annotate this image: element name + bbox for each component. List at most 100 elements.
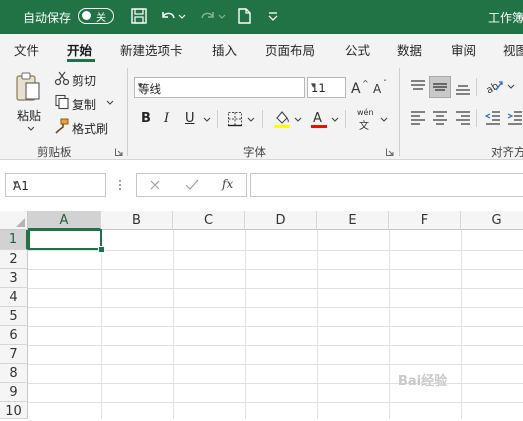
gridline xyxy=(461,230,462,419)
italic-button[interactable]: I xyxy=(164,111,169,126)
font-color-icon[interactable]: A xyxy=(310,109,328,129)
middle-align-button[interactable] xyxy=(429,76,451,98)
separator xyxy=(217,110,218,128)
phonetic-dropdown-icon[interactable] xyxy=(380,117,388,123)
svg-text:A: A xyxy=(373,82,382,96)
group-separator xyxy=(399,68,400,156)
name-box[interactable]: A1 ▾ xyxy=(5,173,106,197)
gridline xyxy=(28,326,523,327)
copy-dropdown-icon[interactable] xyxy=(106,100,114,106)
undo-dropdown-icon[interactable] xyxy=(177,6,187,26)
row-header-9[interactable]: 9 xyxy=(0,383,28,402)
undo-icon[interactable] xyxy=(158,6,178,26)
column-header-c[interactable]: C xyxy=(173,211,245,230)
row-header-5[interactable]: 5 xyxy=(0,307,28,326)
underline-dropdown-icon[interactable] xyxy=(203,117,211,123)
clipboard-group-label: 剪贴板 xyxy=(37,145,72,159)
active-cell-a1[interactable] xyxy=(28,229,102,250)
gridline xyxy=(28,345,523,346)
column-header-g[interactable]: G xyxy=(461,211,523,230)
redo-icon[interactable] xyxy=(198,6,218,26)
bold-button[interactable]: B xyxy=(141,111,151,126)
insert-function-button[interactable]: fx xyxy=(222,177,233,191)
column-header-d[interactable]: D xyxy=(245,211,317,230)
tab-page-layout[interactable]: 页面布局 xyxy=(265,40,315,59)
row-header-7[interactable]: 7 xyxy=(0,345,28,364)
watermark: Bai经验 xyxy=(398,374,448,389)
tab-insert[interactable]: 插入 xyxy=(212,40,237,59)
bottom-align-icon[interactable] xyxy=(454,78,472,96)
tab-file[interactable]: 文件 xyxy=(14,40,39,59)
tab-view[interactable]: 视图 xyxy=(503,40,523,59)
select-all-triangle-icon xyxy=(16,218,25,227)
format-painter-icon[interactable] xyxy=(54,118,70,134)
tab-home[interactable]: 开始 xyxy=(67,40,92,59)
autosave-toggle[interactable]: 关 xyxy=(78,8,114,24)
paste-label: 粘贴 xyxy=(17,109,42,123)
orientation-dropdown-icon[interactable] xyxy=(507,84,515,90)
align-right-icon[interactable] xyxy=(454,109,472,127)
font-name-combo[interactable]: 等线 ▾ xyxy=(134,77,305,98)
clipboard-launcher-icon[interactable] xyxy=(115,148,123,156)
cut-button[interactable]: 剪切 xyxy=(72,72,96,89)
align-center-icon[interactable] xyxy=(431,109,449,127)
fill-color-icon[interactable] xyxy=(273,109,291,129)
row-header-8[interactable]: 8 xyxy=(0,364,28,383)
gridline xyxy=(317,230,318,419)
gridline xyxy=(101,230,102,419)
row-header-3[interactable]: 3 xyxy=(0,269,28,288)
fill-handle[interactable] xyxy=(98,246,105,253)
top-align-icon[interactable] xyxy=(409,78,427,96)
paste-button[interactable]: 粘贴 xyxy=(8,70,46,136)
align-left-icon[interactable] xyxy=(409,109,427,127)
autosave-label: 自动保存 xyxy=(23,11,72,25)
orientation-icon[interactable]: ab xyxy=(484,76,504,96)
column-header-b[interactable]: B xyxy=(101,211,173,230)
gridline xyxy=(28,402,523,403)
increase-font-size-icon[interactable]: A ^ xyxy=(350,78,370,96)
borders-dropdown-icon[interactable] xyxy=(247,117,255,123)
font-size-combo[interactable]: 11 ▾ xyxy=(307,77,346,98)
cancel-icon[interactable] xyxy=(149,179,161,191)
save-icon[interactable] xyxy=(129,6,149,26)
row-header-10[interactable]: 10 xyxy=(0,402,28,419)
font-color-dropdown-icon[interactable] xyxy=(331,117,339,123)
redo-dropdown-icon[interactable] xyxy=(217,6,227,26)
chevron-down-icon: ▾ xyxy=(13,179,18,189)
customize-toolbar-icon[interactable] xyxy=(263,6,283,26)
copy-button[interactable]: 复制 xyxy=(72,96,96,113)
tab-review[interactable]: 审阅 xyxy=(451,40,476,59)
row-header-4[interactable]: 4 xyxy=(0,288,28,307)
enter-icon[interactable] xyxy=(185,179,199,191)
underline-button[interactable]: U xyxy=(185,111,195,126)
increase-indent-icon[interactable] xyxy=(506,109,523,127)
tab-data[interactable]: 数据 xyxy=(397,40,422,59)
splitter-dots-icon[interactable] xyxy=(118,178,122,192)
copy-icon[interactable] xyxy=(54,94,70,110)
document-title: 工作簿 xyxy=(488,11,523,25)
select-all-button[interactable] xyxy=(0,211,28,230)
format-painter-button[interactable]: 格式刷 xyxy=(72,120,108,137)
column-header-a[interactable]: A xyxy=(28,211,101,230)
row-header-2[interactable]: 2 xyxy=(0,250,28,269)
new-document-icon[interactable] xyxy=(234,6,254,26)
column-header-f[interactable]: F xyxy=(389,211,461,230)
font-group-label: 字体 xyxy=(243,145,266,159)
decrease-font-size-icon[interactable]: A ˇ xyxy=(372,78,392,96)
gridline xyxy=(28,269,523,270)
separator xyxy=(262,110,263,128)
tab-formulas[interactable]: 公式 xyxy=(345,40,370,59)
phonetic-guide-button[interactable]: wén 文 xyxy=(355,108,381,132)
decrease-indent-icon[interactable] xyxy=(484,109,502,127)
svg-text:^: ^ xyxy=(362,79,369,88)
column-header-e[interactable]: E xyxy=(317,211,389,230)
fill-color-dropdown-icon[interactable] xyxy=(294,117,302,123)
phonetic-label: wén xyxy=(357,108,374,117)
row-header-6[interactable]: 6 xyxy=(0,326,28,345)
row-header-1[interactable]: 1 xyxy=(0,230,28,250)
formula-input[interactable] xyxy=(250,173,523,197)
font-launcher-icon[interactable] xyxy=(386,148,394,156)
borders-icon[interactable] xyxy=(227,111,243,127)
tab-new[interactable]: 新建选项卡 xyxy=(120,40,183,59)
cut-icon[interactable] xyxy=(54,70,70,86)
